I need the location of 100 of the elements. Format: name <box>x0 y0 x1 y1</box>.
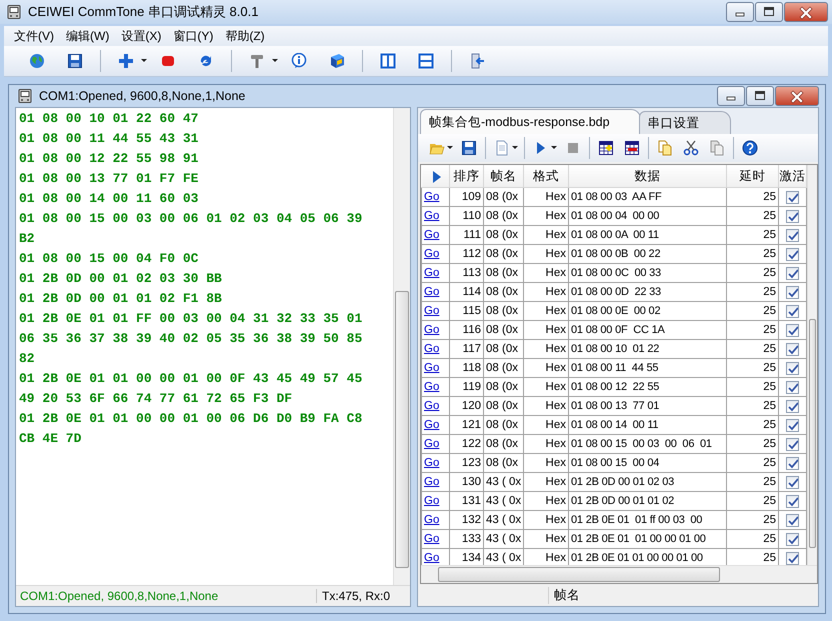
table-cell: 110 <box>450 206 484 226</box>
table-cell: Hex <box>524 226 568 244</box>
table-cell: 08 (0x <box>484 454 524 472</box>
tab[interactable]: 串口设置 <box>638 111 731 134</box>
table-cell: 43 ( 0x <box>484 530 524 548</box>
close-icon[interactable] <box>788 88 806 104</box>
hex-line: B2 <box>19 230 35 248</box>
checkbox[interactable] <box>786 380 799 394</box>
checkbox[interactable] <box>786 248 799 260</box>
column-header[interactable]: 延时 <box>726 165 778 188</box>
table-cell: 117 <box>450 340 484 358</box>
rows-icon[interactable] <box>418 53 434 69</box>
add-icon[interactable] <box>118 53 134 69</box>
column-header[interactable]: 排序 <box>450 165 484 188</box>
table-cell: 25 <box>726 206 778 226</box>
checkbox[interactable] <box>786 476 799 488</box>
globe-icon[interactable] <box>29 53 45 69</box>
column-header[interactable]: 帧名 <box>484 165 524 188</box>
table-cell: 119 <box>450 378 484 396</box>
cut-icon[interactable] <box>683 140 699 156</box>
table-cell: 120 <box>450 396 484 416</box>
checkbox[interactable] <box>786 304 799 318</box>
save-icon[interactable] <box>461 140 477 156</box>
checkbox[interactable] <box>786 552 799 564</box>
table-cell: 25 <box>726 302 778 320</box>
close-button[interactable] <box>784 2 828 22</box>
checkbox[interactable] <box>786 532 799 546</box>
close-icon[interactable] <box>797 4 815 20</box>
stop-icon[interactable] <box>565 140 581 156</box>
checkbox[interactable] <box>786 456 799 470</box>
menu-item[interactable]: 编辑(W) <box>60 28 116 44</box>
checkbox[interactable] <box>786 418 799 432</box>
checkbox[interactable] <box>786 514 799 526</box>
vertical-scrollbar[interactable] <box>807 165 817 565</box>
hex-line: 06 35 36 37 38 39 40 02 05 35 36 38 39 50 85 <box>19 330 362 348</box>
status-field: 帧名 <box>548 586 744 604</box>
add-row-icon[interactable] <box>598 140 614 156</box>
table-cell: 01 08 00 14 00 11 <box>568 416 726 434</box>
refresh-icon[interactable] <box>198 53 214 69</box>
table-cell: 01 08 00 0B 00 22 <box>568 244 726 264</box>
table-cell: 25 <box>726 416 778 434</box>
hex-line: 49 20 53 6F 66 74 77 61 72 65 F3 DF <box>19 390 292 408</box>
table-cell: 25 <box>726 434 778 454</box>
table-cell: Hex <box>524 396 568 416</box>
table-cell: Hex <box>524 378 568 396</box>
menu-item[interactable]: 文件(V) <box>8 28 60 44</box>
close-button[interactable] <box>775 86 819 106</box>
checkbox[interactable] <box>786 494 799 508</box>
paste-icon[interactable] <box>709 140 725 156</box>
help-icon[interactable] <box>742 140 758 156</box>
hex-line: 01 08 00 12 22 55 98 91 <box>19 150 198 168</box>
checkbox[interactable] <box>786 190 799 204</box>
hex-line: 01 08 00 13 77 01 F7 FE <box>19 170 198 188</box>
checkbox[interactable] <box>786 286 799 298</box>
hex-line: 01 2B 0D 00 01 02 03 30 BB <box>19 270 222 288</box>
column-header[interactable]: 数据 <box>568 165 726 188</box>
menu-item[interactable]: 窗口(Y) <box>167 28 220 44</box>
checkbox[interactable] <box>786 400 799 412</box>
info-icon[interactable] <box>291 53 307 69</box>
table-cell: 111 <box>450 226 484 244</box>
table-cell: Hex <box>524 188 568 206</box>
checkbox[interactable] <box>786 266 799 280</box>
menu-item[interactable]: 设置(X) <box>115 28 168 44</box>
horizontal-scrollbar[interactable] <box>421 565 817 583</box>
table-cell: 01 08 00 03 AA FF <box>568 188 726 206</box>
checkbox[interactable] <box>786 438 799 450</box>
exit-icon[interactable] <box>469 53 485 69</box>
delete-row-icon[interactable] <box>624 140 640 156</box>
window-title: COM1:Opened, 9600,8,None,1,None <box>39 89 246 103</box>
save-icon[interactable] <box>67 53 83 69</box>
maximize-button[interactable] <box>746 86 774 106</box>
table-cell: 08 (0x <box>484 264 524 282</box>
table-cell: 01 08 00 0F CC 1A <box>568 320 726 340</box>
table-cell: 121 <box>450 416 484 434</box>
checkbox[interactable] <box>786 362 799 374</box>
checkbox[interactable] <box>786 324 799 336</box>
minimize-button[interactable] <box>726 2 754 22</box>
checkbox[interactable] <box>786 228 799 242</box>
table-cell: 25 <box>726 226 778 244</box>
table-cell: 25 <box>726 244 778 264</box>
columns-icon[interactable] <box>380 53 396 69</box>
copy-icon[interactable] <box>657 140 673 156</box>
table-cell: 01 08 00 0A 00 11 <box>568 226 726 244</box>
table-cell: Hex <box>524 206 568 226</box>
maximize-button[interactable] <box>755 2 783 22</box>
tab[interactable]: 帧集合包-modbus-response.bdp <box>420 109 641 134</box>
menu-item[interactable]: 帮助(Z) <box>219 28 271 44</box>
column-header[interactable]: 格式 <box>524 165 568 188</box>
minimize-button[interactable] <box>717 86 745 106</box>
table-cell: Hex <box>524 492 568 510</box>
table-cell: 25 <box>726 378 778 396</box>
column-header[interactable]: 激活 <box>778 165 806 188</box>
table-cell: 115 <box>450 302 484 320</box>
hex-line: 01 2B 0E 01 01 00 00 01 00 06 D6 D0 B9 FA C8 <box>19 410 362 428</box>
hex-line: 01 2B 0E 01 01 00 00 01 00 0F 43 45 49 57 45 <box>19 370 362 388</box>
checkbox[interactable] <box>786 210 799 222</box>
checkbox[interactable] <box>786 342 799 356</box>
stop-icon[interactable] <box>160 53 176 69</box>
vertical-scrollbar[interactable] <box>393 108 410 585</box>
hex-line: 01 2B 0E 01 01 FF 00 03 00 04 31 32 33 35 01 <box>19 310 362 328</box>
